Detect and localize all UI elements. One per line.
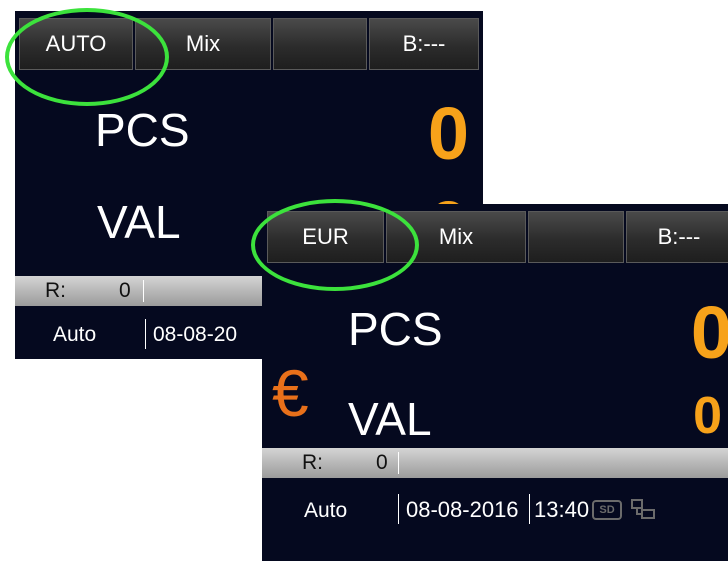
footer: Auto 08-08-2016 13:40 SD (262, 482, 728, 542)
reject-label: R: (302, 451, 323, 474)
euro-icon: € (272, 356, 309, 430)
status-divider (143, 280, 144, 302)
tab-mix-label: Mix (438, 224, 474, 249)
tab-batch[interactable]: B:--- (369, 18, 479, 70)
highlight-circle-auto (5, 8, 169, 106)
tab-batch-label: B:--- (657, 224, 701, 249)
footer-divider-2 (529, 494, 530, 524)
footer-divider (145, 319, 146, 349)
reject-count: 0 (119, 279, 131, 302)
date-label: 08-08-2016 (406, 497, 519, 522)
tab-empty[interactable] (528, 211, 624, 263)
tab-batch[interactable]: B:--- (626, 211, 728, 263)
date-label: 08-08-20 (153, 323, 238, 346)
footer-divider (398, 494, 399, 524)
pcs-label: PCS (348, 303, 443, 355)
tab-mix-label: Mix (185, 31, 221, 56)
pcs-value: 0 (690, 291, 728, 374)
reject-label: R: (45, 279, 66, 302)
mode-label: Auto (53, 323, 97, 346)
time-label: 13:40 (534, 497, 590, 522)
sd-card-label: SD (599, 504, 615, 516)
highlight-circle-eur (251, 199, 419, 291)
val-value: 0 (693, 387, 722, 445)
status-bar: R: 0 (262, 448, 728, 478)
pcs-value: 0 (427, 92, 469, 175)
network-icon (630, 498, 656, 522)
mode-label: Auto (304, 499, 348, 522)
status-divider (398, 452, 399, 474)
sd-card-icon: SD (592, 500, 622, 520)
val-label: VAL (348, 393, 432, 445)
tab-batch-label: B:--- (402, 31, 446, 56)
val-label: VAL (97, 196, 181, 248)
pcs-label: PCS (95, 104, 190, 156)
tab-empty[interactable] (273, 18, 367, 70)
reject-count: 0 (376, 451, 388, 474)
